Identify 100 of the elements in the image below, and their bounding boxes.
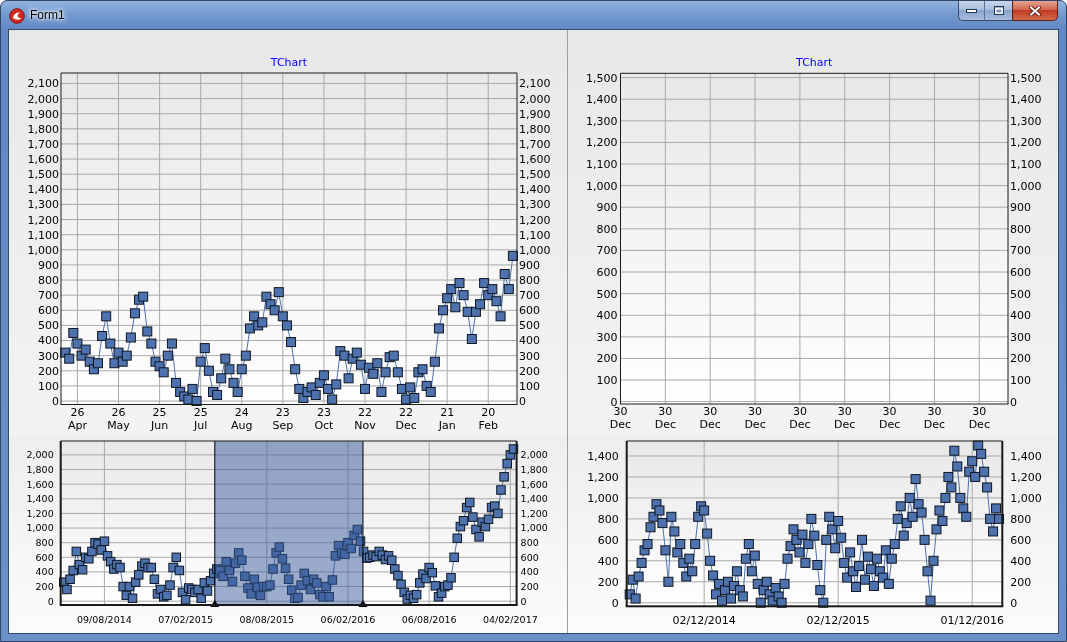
- minimize-button[interactable]: [958, 1, 985, 21]
- x-axis-label: 30 Dec: [744, 405, 766, 431]
- y-axis-label: 1,200: [519, 213, 551, 227]
- y-axis-label: 1,900: [519, 107, 551, 121]
- x-axis-label: 26 May: [107, 405, 130, 432]
- y-axis-label: 0: [520, 595, 527, 607]
- y-axis-label: 1,400: [1010, 93, 1042, 107]
- x-axis-label: 25 Jul: [193, 405, 208, 432]
- y-axis-label: 1,500: [1010, 71, 1042, 85]
- maximize-button[interactable]: [985, 1, 1012, 21]
- y-axis-label: 1,300: [27, 198, 59, 212]
- x-axis-label: 07/02/2015: [158, 614, 213, 625]
- y-axis-label: 1,500: [586, 71, 618, 85]
- y-axis-label: 1,200: [587, 470, 619, 484]
- y-axis-label: 1,100: [27, 228, 59, 242]
- y-axis-label: 1,600: [27, 153, 59, 166]
- close-icon: [1029, 5, 1041, 16]
- y-axis-label: 1,200: [27, 213, 59, 227]
- y-axis-label: 600: [1010, 533, 1032, 547]
- y-axis-label: 1,600: [26, 478, 54, 490]
- y-axis-label: 800: [38, 274, 59, 287]
- y-axis-label: 1,000: [1010, 179, 1042, 193]
- y-axis-label: 400: [519, 334, 540, 348]
- y-axis-label: 800: [597, 512, 619, 526]
- y-axis-label: 100: [596, 374, 618, 387]
- y-axis-label: 800: [596, 222, 618, 236]
- x-axis-label: 22 Dec: [395, 405, 417, 432]
- y-axis-label: 500: [1010, 287, 1031, 301]
- y-axis-label: 0: [1010, 596, 1018, 610]
- x-axis-label: 30 Dec: [654, 405, 676, 431]
- y-axis-label: 200: [597, 575, 619, 589]
- y-axis-label: 200: [1010, 575, 1032, 589]
- x-axis-label: 01/12/2016: [940, 614, 1004, 628]
- y-axis-label: 600: [1010, 266, 1031, 279]
- x-axis-label: 09/08/2014: [77, 614, 132, 625]
- close-button[interactable]: [1012, 1, 1058, 21]
- y-axis-label: 700: [519, 289, 540, 303]
- y-axis-label: 1,300: [586, 114, 618, 128]
- y-axis-label: 1,200: [586, 136, 618, 150]
- y-axis-label: 1,000: [27, 243, 59, 257]
- y-axis-label: 1,000: [520, 522, 548, 534]
- y-axis-label: 2,000: [26, 449, 54, 461]
- y-axis-label: 800: [1010, 222, 1031, 236]
- x-axis-label: 04/02/2017: [482, 614, 538, 625]
- y-axis-label: 0: [47, 595, 54, 607]
- x-axis-label: 26 Apr: [67, 405, 87, 432]
- y-axis-label: 100: [1010, 374, 1031, 387]
- chart-title: TChart: [270, 55, 308, 69]
- y-axis-label: 400: [1010, 309, 1031, 323]
- y-axis-label: 1,500: [27, 168, 59, 182]
- y-axis-label: 1,400: [1010, 449, 1042, 463]
- y-axis-label: 400: [596, 309, 618, 323]
- x-axis-label: 08/08/2015: [239, 614, 295, 625]
- y-axis-label: 1,500: [519, 168, 551, 182]
- y-axis-label: 1,100: [519, 228, 551, 242]
- y-axis-label: 1,400: [586, 93, 618, 107]
- range-selection[interactable]: [214, 441, 363, 605]
- y-axis-label: 700: [596, 244, 618, 258]
- y-axis-label: 0: [611, 596, 619, 610]
- y-axis-label: 0: [519, 395, 526, 408]
- y-axis-label: 600: [520, 551, 539, 563]
- y-axis-label: 1,700: [519, 137, 551, 151]
- y-axis-label: 1,400: [587, 449, 619, 463]
- range-handle[interactable]: [358, 441, 368, 607]
- y-axis-label: 1,800: [519, 122, 551, 136]
- x-axis-label: 30 Dec: [878, 405, 901, 431]
- y-axis-label: 1,400: [519, 183, 551, 197]
- y-axis-label: 1,600: [520, 478, 548, 490]
- y-axis-label: 0: [52, 395, 59, 408]
- y-axis-label: 1,000: [26, 522, 54, 534]
- y-axis-label: 800: [519, 274, 540, 287]
- y-axis-label: 800: [35, 537, 54, 549]
- y-axis-label: 300: [596, 330, 618, 344]
- x-axis-label: 22 Nov: [354, 405, 376, 432]
- y-axis-label: 600: [35, 551, 54, 563]
- y-axis-label: 500: [519, 319, 540, 333]
- y-axis-label: 500: [596, 287, 618, 301]
- y-axis-label: 1,800: [520, 463, 548, 475]
- x-axis-label: 23 Oct: [314, 405, 334, 432]
- y-axis-label: 2,000: [520, 449, 548, 461]
- y-axis-label: 200: [35, 581, 54, 592]
- y-axis-label: 600: [597, 533, 619, 547]
- range-handle[interactable]: [210, 441, 220, 607]
- y-axis-label: 200: [520, 581, 539, 592]
- y-axis-label: 1,200: [1010, 470, 1042, 484]
- y-axis-label: 900: [1010, 201, 1031, 215]
- y-axis-label: 200: [596, 352, 618, 366]
- x-axis-label: 20 Feb: [478, 405, 498, 432]
- y-axis-label: 1,400: [520, 493, 548, 505]
- maximize-icon: [993, 6, 1004, 15]
- x-axis-label: 21 Jan: [438, 405, 456, 432]
- y-axis-label: 2,100: [27, 77, 59, 91]
- y-axis-label: 300: [38, 349, 59, 363]
- app-icon[interactable]: [9, 8, 25, 24]
- y-axis-label: 400: [38, 334, 59, 348]
- y-axis-label: 700: [38, 289, 59, 303]
- x-axis-label: 30 Dec: [968, 405, 990, 431]
- y-axis-label: 400: [1010, 554, 1032, 568]
- x-axis-label: 30 Dec: [789, 405, 811, 431]
- y-axis-label: 100: [519, 379, 540, 393]
